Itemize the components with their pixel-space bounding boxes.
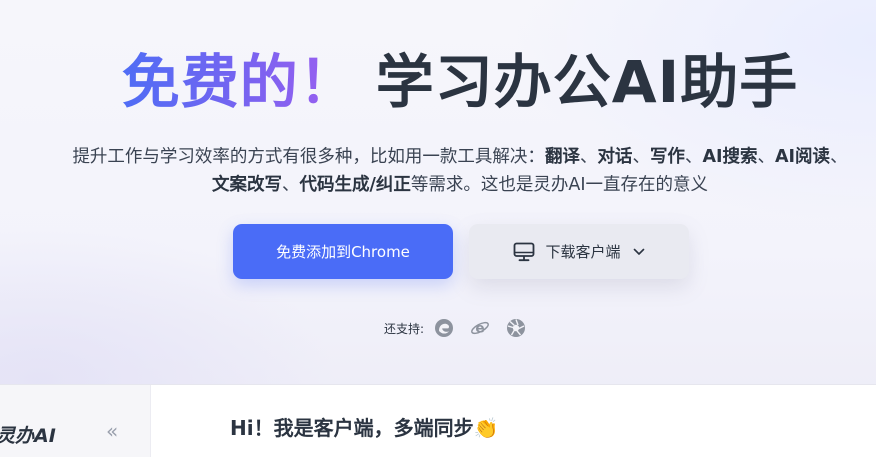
- ie-browser-icon[interactable]: e: [470, 318, 490, 338]
- monitor-icon: [513, 242, 535, 262]
- desc-sep: 、: [684, 147, 703, 167]
- edge-browser-icon[interactable]: [434, 318, 454, 338]
- other-browser-icon[interactable]: [506, 318, 526, 338]
- desc-outro: 等需求。这也是灵办AI一直存在的意义: [410, 175, 709, 195]
- clapping-hands-icon: 👏: [473, 416, 499, 440]
- app-preview: 灵办AI « Hi！我是客户端，多端同步👏: [0, 384, 876, 457]
- svg-text:e: e: [475, 321, 484, 337]
- desc-feature-chat: 对话: [597, 147, 633, 167]
- download-client-button[interactable]: 下载客户端: [469, 224, 689, 279]
- desc-feature-rewrite: 文案改写: [211, 175, 282, 195]
- headline-highlight: 免费的！: [121, 48, 358, 116]
- supported-browsers: 还支持: e: [384, 318, 542, 338]
- desc-feature-ai-search: AI搜索: [702, 147, 758, 167]
- desc-sep: 、: [579, 147, 598, 167]
- add-to-chrome-button[interactable]: 免费添加到Chrome: [233, 224, 453, 279]
- app-logo: 灵办AI: [0, 425, 56, 447]
- headline: 免费的！ 学习办公AI助手: [0, 44, 876, 120]
- desc-feature-code: 代码生成/纠正: [299, 175, 411, 195]
- support-label: 还支持:: [384, 321, 425, 336]
- collapse-sidebar-icon[interactable]: «: [106, 421, 118, 441]
- desc-intro: 提升工作与学习效率的方式有很多种，比如用一款工具解决：: [72, 147, 545, 167]
- add-to-chrome-label: 免费添加到Chrome: [276, 243, 410, 261]
- app-sidebar: 灵办AI «: [0, 385, 151, 457]
- chevron-down-icon: [633, 248, 645, 256]
- desc-sep: 、: [281, 175, 300, 195]
- desc-sep: 、: [830, 147, 848, 167]
- hero-description: 提升工作与学习效率的方式有很多种，比如用一款工具解决：翻译、对话、写作、AI搜索…: [70, 143, 850, 199]
- headline-main: 学习办公AI助手: [375, 48, 799, 116]
- desc-sep: 、: [757, 147, 776, 167]
- desc-feature-ai-read: AI阅读: [775, 147, 831, 167]
- greeting-message: Hi！我是客户端，多端同步: [230, 416, 474, 440]
- download-client-label: 下载客户端: [545, 243, 621, 261]
- desc-feature-translate: 翻译: [544, 147, 580, 167]
- greeting-text: Hi！我是客户端，多端同步👏: [230, 412, 499, 441]
- desc-sep: 、: [632, 147, 650, 167]
- desc-feature-write: 写作: [649, 147, 685, 167]
- hero-section: 免费的！ 学习办公AI助手 提升工作与学习效率的方式有很多种，比如用一款工具解决：…: [0, 0, 876, 384]
